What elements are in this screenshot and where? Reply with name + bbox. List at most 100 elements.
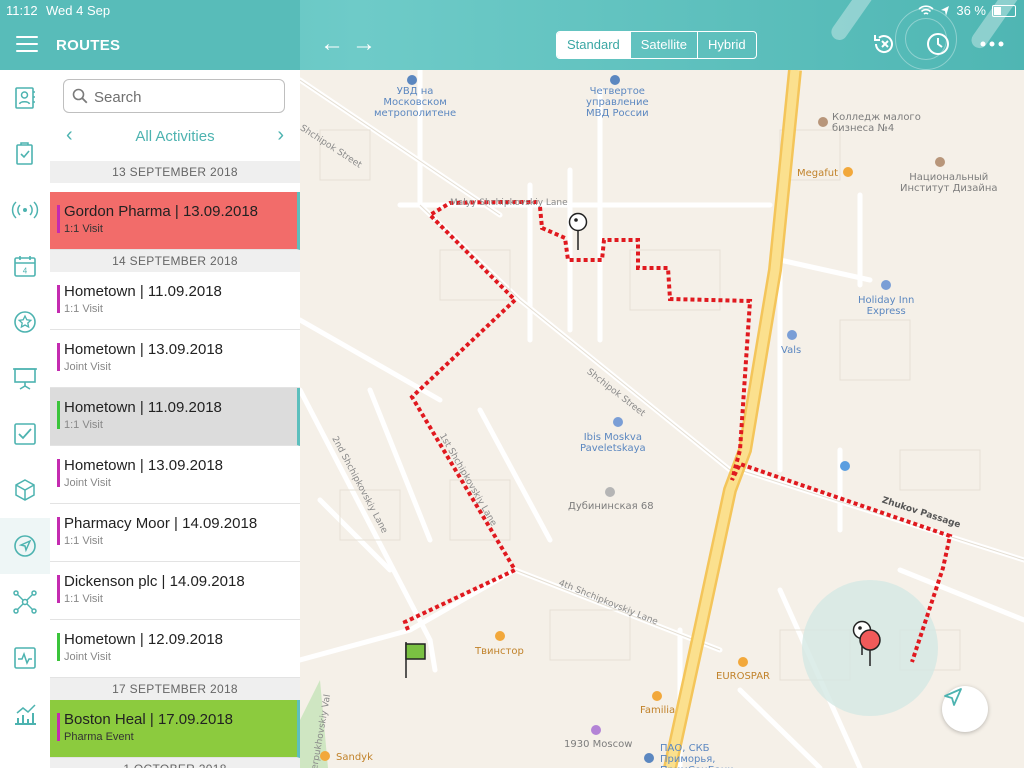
back-arrow-icon[interactable]: ← bbox=[320, 32, 344, 56]
activity-type-marker bbox=[57, 575, 60, 603]
checklist-icon bbox=[16, 142, 33, 165]
list-item[interactable]: Dickenson plc | 14.09.2018 1:1 Visit bbox=[50, 562, 300, 620]
list-item[interactable]: Hometown | 11.09.2018 1:1 Visit bbox=[50, 388, 300, 446]
filter-label[interactable]: All Activities bbox=[50, 128, 300, 145]
rail-activity[interactable] bbox=[0, 630, 50, 686]
list-item[interactable]: Hometown | 12.09.2018 Joint Visit bbox=[50, 620, 300, 678]
chart-icon bbox=[15, 704, 36, 725]
map-poi-label: Sandyk bbox=[336, 752, 373, 763]
rail-checks[interactable] bbox=[0, 406, 50, 462]
activity-type-marker bbox=[57, 517, 60, 545]
date-section-header: 17 SEPTEMBER 2018 bbox=[50, 678, 300, 700]
map-poi-label: ПАО, СКБ Приморья, ПримСоцБанк bbox=[660, 743, 733, 768]
map-poi-label: Vals bbox=[781, 345, 802, 356]
map-type-standard[interactable]: Standard bbox=[557, 32, 631, 58]
rail-routes[interactable] bbox=[0, 518, 53, 574]
map-poi-label: Ibis Moskva Paveletskaya bbox=[580, 432, 646, 454]
map-type-satellite[interactable]: Satellite bbox=[631, 32, 699, 58]
map-poi-label: Дубининская 68 bbox=[568, 501, 654, 512]
activity-type-marker bbox=[57, 633, 60, 661]
rail-network[interactable] bbox=[0, 574, 50, 630]
search-input[interactable] bbox=[92, 80, 281, 114]
rail-tasks[interactable] bbox=[0, 126, 50, 182]
activity-type-marker bbox=[57, 285, 60, 313]
checkbox-icon bbox=[14, 423, 36, 445]
activity-title: Hometown | 13.09.2018 bbox=[64, 341, 224, 358]
filter-next-chevron-icon[interactable]: › bbox=[277, 124, 284, 147]
hamburger-menu-icon[interactable] bbox=[16, 36, 38, 54]
calendar-icon: 4 bbox=[14, 256, 36, 277]
list-item[interactable]: Gordon Pharma | 13.09.2018 1:1 Visit bbox=[50, 192, 300, 250]
wifi-icon bbox=[918, 4, 934, 15]
clock-icon[interactable] bbox=[924, 30, 952, 58]
date-section-header: 13 SEPTEMBER 2018 bbox=[50, 161, 300, 183]
status-time: 11:12 bbox=[6, 3, 38, 18]
presentation-icon bbox=[13, 368, 37, 390]
search-icon bbox=[72, 88, 88, 104]
activity-title: Hometown | 11.09.2018 bbox=[64, 283, 222, 300]
clear-route-icon[interactable] bbox=[870, 30, 898, 58]
activity-type: 1:1 Visit bbox=[64, 535, 103, 547]
location-arrow-icon bbox=[944, 688, 962, 706]
route-map[interactable]: УВД на Московском метрополитене Четверто… bbox=[300, 70, 1024, 768]
contacts-icon bbox=[15, 87, 35, 109]
activity-type-marker bbox=[57, 401, 60, 429]
network-icon bbox=[13, 590, 37, 614]
activity-type: 1:1 Visit bbox=[64, 303, 103, 315]
status-date: Wed 4 Sep bbox=[46, 3, 111, 18]
activity-filter: ‹ All Activities › bbox=[50, 124, 300, 150]
list-item[interactable]: Hometown | 13.09.2018 Joint Visit bbox=[50, 330, 300, 388]
activity-title: Gordon Pharma | 13.09.2018 bbox=[64, 203, 259, 220]
activity-title: Dickenson plc | 14.09.2018 bbox=[64, 573, 245, 590]
status-indicators: 36 % bbox=[918, 3, 1016, 18]
date-section-header: 1 OCTOBER 2018 bbox=[50, 758, 300, 768]
current-location-button[interactable] bbox=[942, 686, 988, 732]
rail-badges[interactable] bbox=[0, 294, 50, 350]
badge-icon bbox=[14, 311, 36, 333]
map-poi-label: Национальный Институт Дизайна bbox=[900, 172, 998, 194]
module-rail: 4 bbox=[0, 70, 53, 768]
activity-type-marker bbox=[57, 343, 60, 371]
list-item[interactable]: Hometown | 13.09.2018 Joint Visit bbox=[50, 446, 300, 504]
map-poi-label: 1930 Moscow bbox=[564, 739, 633, 750]
activity-title: Hometown | 13.09.2018 bbox=[64, 457, 224, 474]
rail-contacts[interactable] bbox=[0, 70, 50, 126]
activity-type-marker bbox=[57, 713, 60, 741]
rail-calendar[interactable]: 4 bbox=[0, 238, 50, 294]
activity-title: Hometown | 12.09.2018 bbox=[64, 631, 224, 648]
navigation-icon bbox=[14, 535, 36, 557]
more-options-icon[interactable] bbox=[978, 30, 1006, 58]
map-poi-label: Megafut bbox=[797, 168, 839, 179]
map-poi-label: УВД на Московском метрополитене bbox=[374, 86, 457, 119]
calendar-day: 4 bbox=[23, 267, 28, 276]
rail-broadcast[interactable] bbox=[0, 182, 50, 238]
activity-list-pane: ‹ All Activities › 13 SEPTEMBER 2018 Gor… bbox=[50, 70, 300, 768]
list-item[interactable]: Hometown | 11.09.2018 1:1 Visit bbox=[50, 272, 300, 330]
box-icon bbox=[15, 479, 35, 501]
list-item[interactable]: Boston Heal | 17.09.2018 Pharma Event bbox=[50, 700, 300, 758]
rail-analytics[interactable] bbox=[0, 686, 50, 742]
battery-percent: 36 % bbox=[956, 3, 986, 18]
rail-presentations[interactable] bbox=[0, 350, 50, 406]
forward-arrow-icon[interactable]: → bbox=[352, 32, 376, 56]
rail-products[interactable] bbox=[0, 462, 50, 518]
activity-title: Boston Heal | 17.09.2018 bbox=[64, 711, 234, 728]
activity-type-marker bbox=[57, 205, 60, 233]
map-poi-label: Holiday Inn Express bbox=[858, 295, 915, 317]
activity-type: Pharma Event bbox=[64, 731, 134, 743]
date-section-header: 14 SEPTEMBER 2018 bbox=[50, 250, 300, 272]
map-poi-label: Familia bbox=[640, 705, 676, 716]
activity-type-marker bbox=[57, 459, 60, 487]
map-type-selector[interactable]: Standard Satellite Hybrid bbox=[556, 31, 757, 59]
list-item[interactable]: Pharmacy Moor | 14.09.2018 1:1 Visit bbox=[50, 504, 300, 562]
map-poi-label: EUROSPAR bbox=[716, 671, 770, 682]
page-title: ROUTES bbox=[56, 37, 121, 54]
map-poi-label: Колледж малого бизнеса №4 bbox=[832, 112, 921, 134]
map-type-hybrid[interactable]: Hybrid bbox=[698, 32, 756, 58]
street-label: Malyy Shchipkovskiy Lane bbox=[450, 198, 568, 208]
search-box[interactable] bbox=[63, 79, 285, 114]
activity-type: Joint Visit bbox=[64, 477, 111, 489]
activity-title: Pharmacy Moor | 14.09.2018 bbox=[64, 515, 258, 532]
broadcast-icon bbox=[11, 201, 39, 219]
activity-type: Joint Visit bbox=[64, 361, 111, 373]
